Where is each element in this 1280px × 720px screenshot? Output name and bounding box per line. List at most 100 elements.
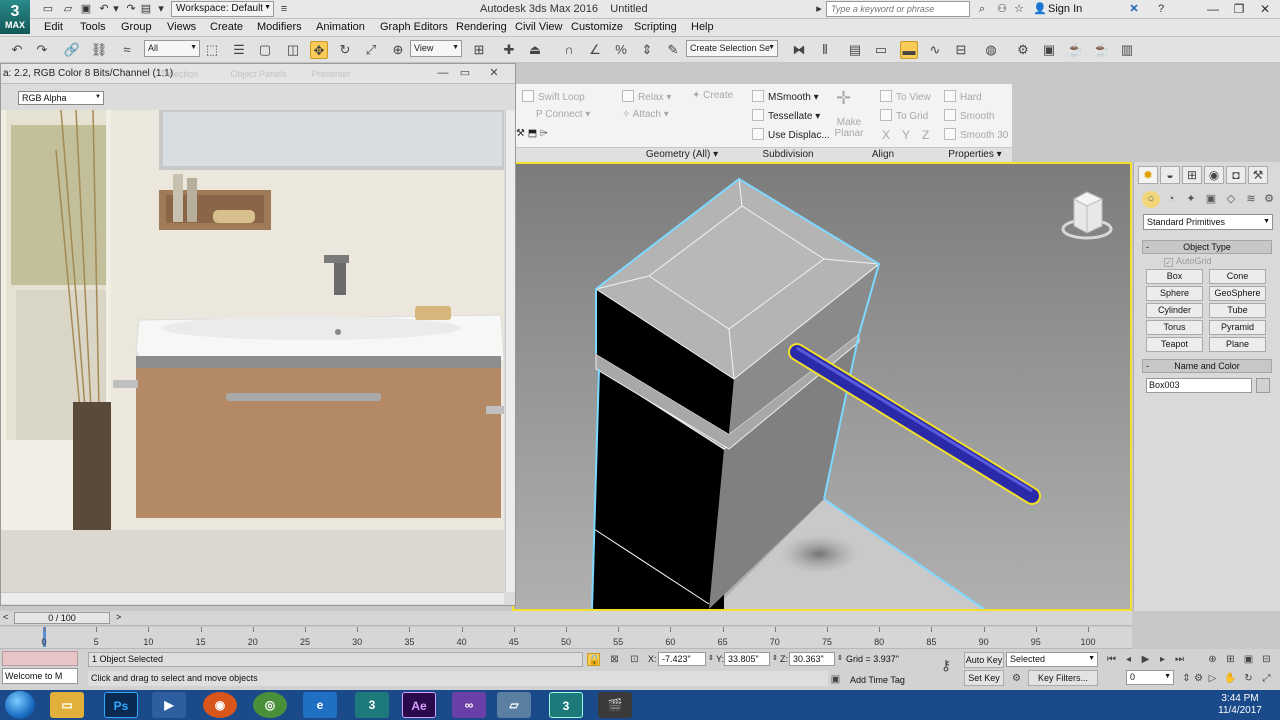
menu-modifiers[interactable]: Modifiers bbox=[257, 21, 302, 33]
menu-edit[interactable]: Edit bbox=[44, 21, 63, 33]
toggle-ribbon-icon[interactable]: ▭ bbox=[872, 41, 890, 59]
help-icon[interactable]: ? bbox=[1155, 3, 1167, 15]
previous-frame-icon[interactable]: ◂ bbox=[1122, 653, 1135, 666]
y-coord-field[interactable]: 33.805" bbox=[724, 652, 770, 666]
tube-button[interactable]: Tube bbox=[1209, 303, 1266, 318]
menu-group[interactable]: Group bbox=[121, 21, 152, 33]
workspace-selector[interactable]: Workspace: Default bbox=[171, 1, 274, 17]
rendered-frame-window-icon[interactable]: ▣ bbox=[1040, 41, 1058, 59]
x-coord-field[interactable]: -7.423" bbox=[658, 652, 706, 666]
utilities-tab[interactable]: ⚒ bbox=[1248, 166, 1268, 184]
object-color-swatch[interactable] bbox=[1256, 378, 1270, 393]
after-effects-icon[interactable]: Ae bbox=[402, 692, 436, 718]
helpers-category-icon[interactable]: ◇ bbox=[1222, 191, 1240, 208]
frame-window-horizontal-scrollbar[interactable] bbox=[1, 592, 504, 604]
menu-views[interactable]: Views bbox=[167, 21, 196, 33]
binoculars-icon[interactable]: ⌕ bbox=[976, 3, 988, 15]
spinner-snap-icon[interactable]: ⇕ bbox=[638, 41, 656, 59]
zoom-extents-icon[interactable]: ▣ bbox=[1242, 653, 1255, 666]
ribbon-group-align[interactable]: Align bbox=[828, 147, 938, 162]
name-and-color-rollout-header[interactable]: - Name and Color bbox=[1142, 359, 1272, 373]
go-to-start-icon[interactable]: ⏮ bbox=[1105, 653, 1118, 666]
teapot-button[interactable]: Teapot bbox=[1146, 337, 1203, 352]
menu-civil-view[interactable]: Civil View bbox=[515, 21, 562, 33]
x-spinner-icon[interactable]: ⇕ bbox=[708, 654, 714, 662]
add-time-tag-label[interactable]: Add Time Tag bbox=[850, 675, 905, 685]
frame-window-maximize-button[interactable]: ▭ bbox=[455, 66, 475, 80]
select-and-move-icon[interactable]: ✥ bbox=[310, 41, 328, 59]
make-planar-button[interactable]: Make Planar bbox=[834, 117, 864, 139]
swift-loop-button[interactable]: Swift Loop bbox=[522, 90, 585, 103]
pyramid-button[interactable]: Pyramid bbox=[1209, 320, 1266, 335]
render-production-icon[interactable]: ☕ bbox=[1066, 41, 1084, 59]
new-file-icon[interactable]: ▭ bbox=[42, 3, 54, 15]
select-and-link-icon[interactable]: 🔗 bbox=[63, 41, 81, 59]
communication-center-icon[interactable]: ⚇ bbox=[996, 3, 1008, 15]
display-channel-dropdown[interactable]: RGB Alpha bbox=[18, 91, 104, 105]
go-to-end-icon[interactable]: ⏭ bbox=[1173, 653, 1186, 666]
time-slider-prev-icon[interactable]: < bbox=[3, 612, 8, 622]
ribbon-tools-icon[interactable]: ⚒ ⬒ ⌲ bbox=[516, 128, 548, 139]
autogrid-checkbox[interactable]: ✓ AutoGrid bbox=[1164, 256, 1212, 267]
redo-icon[interactable]: ↷ bbox=[125, 3, 137, 15]
perspective-viewport[interactable] bbox=[512, 162, 1132, 611]
menu-scripting[interactable]: Scripting bbox=[634, 21, 677, 33]
smooth-30-button[interactable]: Smooth 30 bbox=[944, 128, 1008, 141]
systems-category-icon[interactable]: ⚙ bbox=[1260, 191, 1278, 208]
maxscript-mini-listener[interactable]: Welcome to M bbox=[2, 668, 78, 684]
ribbon-group-geometry[interactable]: Geometry (All) ▾ bbox=[616, 147, 748, 162]
3ds-max-taskbar-icon[interactable]: 3 bbox=[355, 692, 389, 718]
photoshop-icon[interactable]: Ps bbox=[104, 692, 138, 718]
create-tab[interactable]: ✹ bbox=[1138, 166, 1158, 184]
select-object-icon[interactable]: ⬚ bbox=[203, 41, 221, 59]
mirror-icon[interactable]: ⧓ bbox=[790, 41, 808, 59]
smooth-button[interactable]: Smooth bbox=[944, 109, 994, 122]
cone-button[interactable]: Cone bbox=[1209, 269, 1266, 284]
align-y-button[interactable]: Y bbox=[902, 128, 910, 142]
time-slider-next-icon[interactable]: > bbox=[116, 612, 121, 622]
unlink-selection-icon[interactable]: ⛓ bbox=[90, 41, 108, 59]
cylinder-button[interactable]: Cylinder bbox=[1146, 303, 1203, 318]
select-and-place-icon[interactable]: ⊕ bbox=[389, 41, 407, 59]
select-manipulate-icon[interactable]: ✚ bbox=[500, 41, 518, 59]
lights-category-icon[interactable]: ✦ bbox=[1182, 191, 1200, 208]
primitive-category-dropdown[interactable]: Standard Primitives bbox=[1143, 214, 1273, 230]
set-key-button[interactable]: Set Key bbox=[964, 670, 1004, 686]
set-key-mode-icon[interactable]: ⚷ bbox=[936, 658, 956, 672]
align-z-button[interactable]: Z bbox=[922, 128, 929, 142]
keyboard-shortcut-override-icon[interactable]: ⏏ bbox=[526, 41, 544, 59]
frame-window-close-button[interactable]: ✕ bbox=[484, 66, 504, 80]
graphite-tools-icon[interactable]: ▬ bbox=[900, 41, 918, 59]
torus-button[interactable]: Torus bbox=[1146, 320, 1203, 335]
key-mode-dropdown[interactable]: Selected bbox=[1006, 652, 1098, 667]
undo-icon[interactable]: ↶ bbox=[98, 3, 110, 15]
render-iterative-icon[interactable]: ☕ bbox=[1092, 41, 1110, 59]
undo-dropdown-icon[interactable]: ▾ bbox=[110, 3, 122, 15]
ribbon-group-properties[interactable]: Properties ▾ bbox=[938, 147, 1012, 162]
ribbon-group-subdivision[interactable]: Subdivision bbox=[748, 147, 828, 162]
use-displace-button[interactable]: Use Displac... bbox=[752, 128, 830, 141]
to-grid-button[interactable]: To Grid bbox=[880, 109, 928, 122]
z-coord-field[interactable]: 30.363" bbox=[789, 652, 835, 666]
zoom-extents-all-icon[interactable]: ⊟ bbox=[1260, 653, 1273, 666]
attach-button[interactable]: ✧ Attach ▾ bbox=[622, 109, 669, 120]
menu-customize[interactable]: Customize bbox=[571, 21, 623, 33]
render-in-cloud-icon[interactable]: ▥ bbox=[1118, 41, 1136, 59]
notes-app-icon[interactable]: ▱ bbox=[497, 692, 531, 718]
box-button[interactable]: Box bbox=[1146, 269, 1203, 284]
angle-snap-icon[interactable]: ∠ bbox=[586, 41, 604, 59]
p-connect-button[interactable]: P Connect ▾ bbox=[536, 109, 590, 120]
movie-maker-icon[interactable]: 🎬 bbox=[598, 692, 632, 718]
pivot-center-icon[interactable]: ⊞ bbox=[470, 41, 488, 59]
menu-graph-editors[interactable]: Graph Editors bbox=[380, 21, 448, 33]
reference-coordinate-dropdown[interactable]: View bbox=[410, 40, 462, 57]
visual-studio-icon[interactable]: ∞ bbox=[452, 692, 486, 718]
object-name-field[interactable]: Box003 bbox=[1146, 378, 1252, 393]
selection-filter-dropdown[interactable]: All bbox=[144, 40, 200, 57]
selection-lock-icon[interactable]: 🔒 bbox=[587, 653, 600, 666]
maximize-viewport-icon[interactable]: ⤢ bbox=[1260, 672, 1273, 685]
to-view-button[interactable]: To View bbox=[880, 90, 931, 103]
zoom-all-icon[interactable]: ⊞ bbox=[1224, 653, 1237, 666]
frame-window-vertical-scrollbar[interactable] bbox=[505, 110, 515, 592]
plane-button[interactable]: Plane bbox=[1209, 337, 1266, 352]
